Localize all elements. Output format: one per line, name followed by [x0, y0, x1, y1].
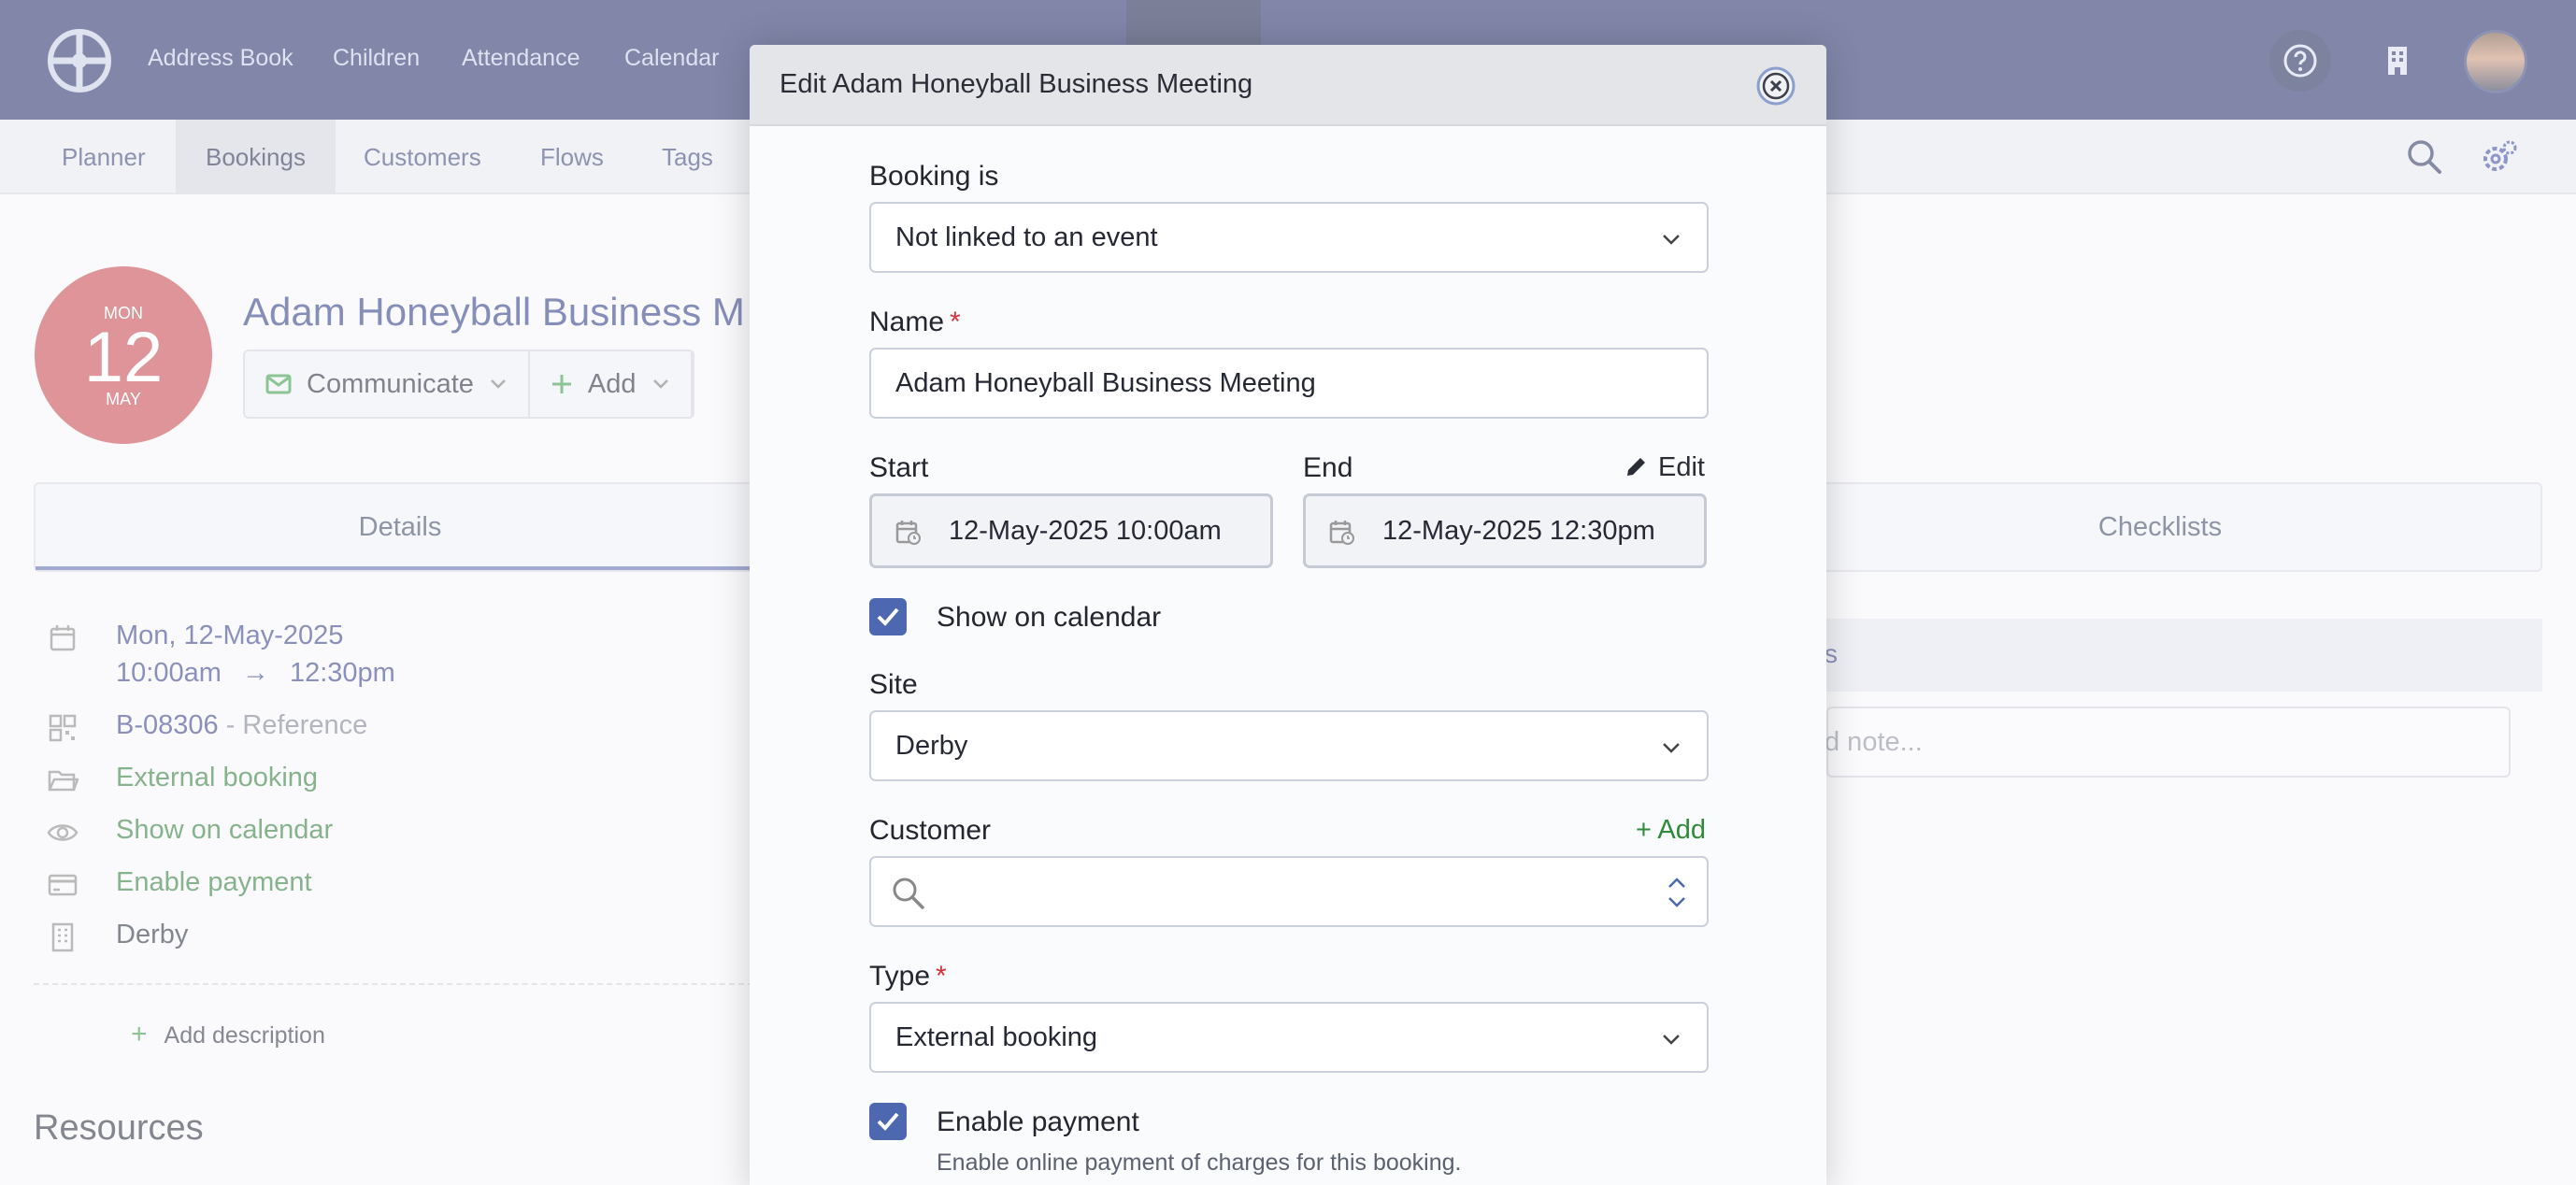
type-label-text: Type: [869, 961, 931, 992]
show-on-calendar-checkbox[interactable]: [869, 598, 907, 635]
edit-end-label: Edit: [1658, 452, 1705, 482]
customer-search-input[interactable]: [869, 856, 1709, 927]
required-mark: *: [936, 961, 947, 992]
end-label: End: [1303, 452, 1353, 483]
end-date-input[interactable]: 12-May-2025 12:30pm: [1303, 493, 1707, 568]
name-value: Adam Honeyball Business Meeting: [895, 368, 1316, 398]
modal-title: Edit Adam Honeyball Business Meeting: [780, 69, 1253, 99]
calendar-clock-icon: [1329, 521, 1354, 545]
type-value: External booking: [895, 1022, 1098, 1052]
name-label-text: Name: [869, 307, 945, 337]
name-label: Name *: [869, 307, 961, 338]
name-input[interactable]: Adam Honeyball Business Meeting: [869, 348, 1709, 419]
booking-is-value: Not linked to an event: [895, 222, 1158, 252]
enable-payment-help: Enable online payment of charges for thi…: [937, 1149, 1462, 1176]
start-date-value: 12-May-2025 10:00am: [949, 516, 1222, 546]
start-date-input[interactable]: 12-May-2025 10:00am: [869, 493, 1273, 568]
calendar-clock-icon: [895, 521, 921, 545]
show-on-calendar-label: Show on calendar: [937, 602, 1162, 633]
booking-is-label: Booking is: [869, 161, 999, 192]
checkmark-icon: [877, 1112, 899, 1131]
enable-payment-checkbox[interactable]: [869, 1103, 907, 1140]
type-select[interactable]: External booking: [869, 1002, 1709, 1073]
customer-label: Customer: [869, 815, 992, 846]
type-label: Type *: [869, 961, 947, 992]
site-value: Derby: [895, 731, 968, 761]
enable-payment-label: Enable payment: [937, 1106, 1139, 1137]
site-label: Site: [869, 669, 918, 700]
sort-updown-icon: [1668, 878, 1685, 907]
edit-booking-modal: Edit Adam Honeyball Business Meeting Boo…: [750, 45, 1826, 1185]
start-label: Start: [869, 452, 929, 483]
checkmark-icon: [877, 607, 899, 626]
pencil-icon: [1627, 458, 1645, 476]
chevron-down-icon: [1663, 743, 1680, 753]
edit-end-button[interactable]: Edit: [1624, 452, 1705, 483]
site-select[interactable]: Derby: [869, 710, 1709, 781]
end-date-value: 12-May-2025 12:30pm: [1382, 516, 1655, 546]
search-icon: [893, 878, 924, 909]
booking-is-select[interactable]: Not linked to an event: [869, 202, 1709, 273]
close-icon[interactable]: [1755, 65, 1796, 107]
required-mark: *: [950, 307, 961, 337]
modal-header: Edit Adam Honeyball Business Meeting: [750, 45, 1826, 126]
add-customer-link[interactable]: + Add: [1636, 815, 1706, 846]
chevron-down-icon: [1663, 235, 1680, 245]
chevron-down-icon: [1663, 1035, 1680, 1045]
